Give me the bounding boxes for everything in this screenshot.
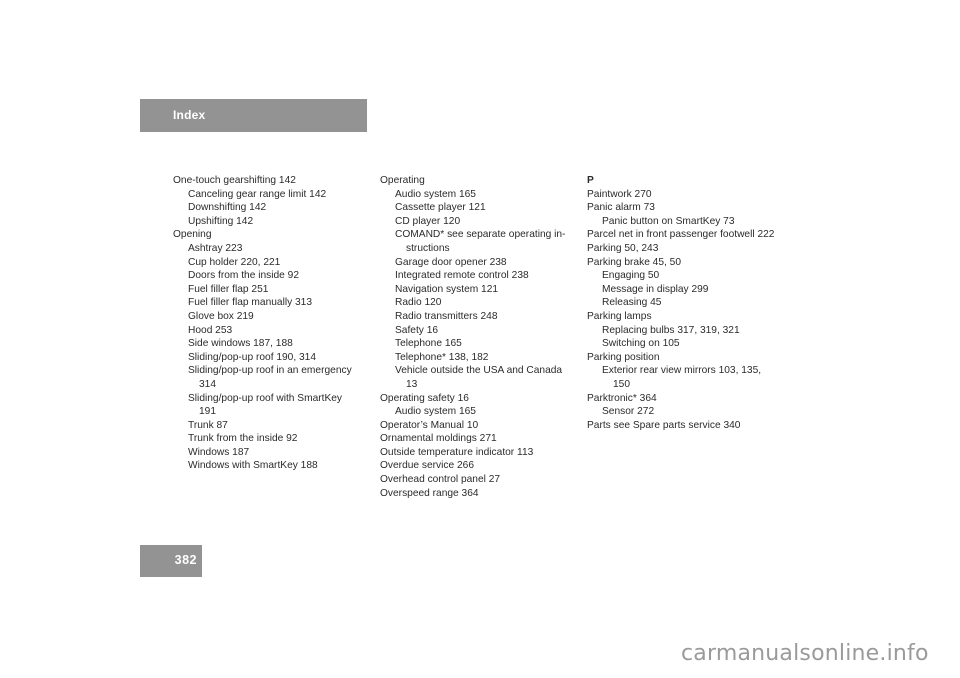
index-entry: Parking 50, 243: [587, 242, 659, 254]
index-column-3: P Paintwork 270 Panic alarm 73 Panic button…: [587, 174, 797, 432]
index-subentry: Vehicle outside the USA and Canada: [395, 365, 563, 377]
index-subentry: Sensor 272: [602, 406, 655, 418]
index-subentry: Switching on 105: [602, 338, 680, 350]
index-subentry: Canceling gear range limit 142: [188, 188, 327, 200]
index-subentry: Replacing bulbs 317, 319, 321: [602, 324, 740, 336]
index-subentry: Message in display 299: [602, 283, 709, 295]
index-subentry: Fuel filler flap manually 313: [188, 297, 313, 309]
index-entry-continuation: 314: [199, 378, 216, 390]
index-column-2: Operating Audio system 165 Cassette player…: [380, 174, 590, 500]
index-entry: Parking lamps: [587, 310, 652, 322]
index-entry: Parking brake 45, 50: [587, 256, 682, 268]
index-subentry: Side windows 187, 188: [188, 338, 293, 350]
index-entry: Overspeed range 364: [380, 487, 479, 499]
index-subentry: CD player 120: [395, 215, 461, 227]
index-entry: Operating: [380, 175, 425, 186]
index-letter-heading: P: [587, 175, 594, 186]
index-subentry: Audio system 165: [395, 188, 476, 200]
watermark-text: carmanualsonline.info: [681, 641, 929, 666]
index-entry: Overdue service 266: [380, 460, 475, 472]
index-entry: Operator’s Manual 10: [380, 419, 479, 431]
index-subentry: Telephone 165: [395, 338, 462, 350]
index-subentry: Ashtray 223: [188, 242, 243, 254]
index-entry: Overhead control panel 27: [380, 474, 501, 486]
index-subentry: Engaging 50: [602, 270, 660, 282]
index-entry: Parktronic* 364: [587, 392, 657, 404]
index-subentry: Sliding/pop-up roof in an emergency: [188, 365, 352, 377]
index-subentry: Windows with SmartKey 188: [188, 460, 318, 472]
index-subentry: Hood 253: [188, 324, 233, 336]
index-subentry: COMAND* see separate operating in-: [395, 229, 566, 241]
index-subentry: Downshifting 142: [188, 202, 267, 214]
index-subentry: Cassette player 121: [395, 202, 486, 214]
index-entry-continuation: 191: [199, 406, 216, 418]
index-subentry: Radio transmitters 248: [395, 310, 498, 322]
index-subentry: Cup holder 220, 221: [188, 256, 281, 268]
index-subentry: Glove box 219: [188, 310, 254, 322]
index-subentry: Telephone* 138, 182: [395, 351, 489, 363]
index-subentry: Exterior rear view mirrors 103, 135,: [602, 365, 762, 377]
index-subentry: Safety 16: [395, 324, 439, 336]
index-entry: Outside temperature indicator 113: [380, 446, 534, 458]
index-subentry: Panic button on SmartKey 73: [602, 215, 735, 227]
index-subentry: Doors from the inside 92: [188, 270, 299, 282]
index-entry: Opening: [173, 229, 212, 241]
index-entry-continuation: 150: [613, 378, 630, 390]
index-subentry: Radio 120: [395, 297, 442, 309]
index-entry: One-touch gearshifting 142: [173, 175, 296, 186]
index-subentry: Integrated remote control 238: [395, 270, 529, 282]
index-column-1: One-touch gearshifting 142 Canceling gear…: [173, 174, 383, 473]
index-entry: Panic alarm 73: [587, 202, 655, 214]
index-subentry: Navigation system 121: [395, 283, 499, 295]
index-subentry: Upshifting 142: [188, 215, 254, 227]
index-entry: Parking position: [587, 351, 660, 363]
index-subentry: Garage door opener 238: [395, 256, 507, 268]
index-subentry: Trunk from the inside 92: [188, 433, 298, 445]
index-entry: Parcel net in front passenger footwell 2…: [587, 229, 775, 241]
index-entry: Ornamental moldings 271: [380, 433, 497, 445]
index-subentry: Sliding/pop-up roof with SmartKey: [188, 392, 343, 404]
page-number-box: 382: [140, 545, 202, 577]
index-subentry: Fuel filler flap 251: [188, 283, 269, 295]
index-subentry: Trunk 87: [188, 419, 228, 431]
page-number: 382: [174, 553, 197, 567]
section-title: Index: [173, 108, 206, 122]
index-subentry: Audio system 165: [395, 406, 476, 418]
index-entry: Operating safety 16: [380, 392, 469, 404]
index-entry: Parts see Spare parts service 340: [587, 419, 741, 431]
index-entry-continuation: structions: [406, 242, 450, 254]
section-header-bar: Index: [140, 99, 367, 132]
index-subentry: Releasing 45: [602, 297, 662, 309]
index-entry: Paintwork 270: [587, 188, 652, 200]
index-subentry: Windows 187: [188, 446, 250, 458]
index-subentry: Sliding/pop-up roof 190, 314: [188, 351, 317, 363]
index-entry-continuation: 13: [406, 378, 418, 390]
